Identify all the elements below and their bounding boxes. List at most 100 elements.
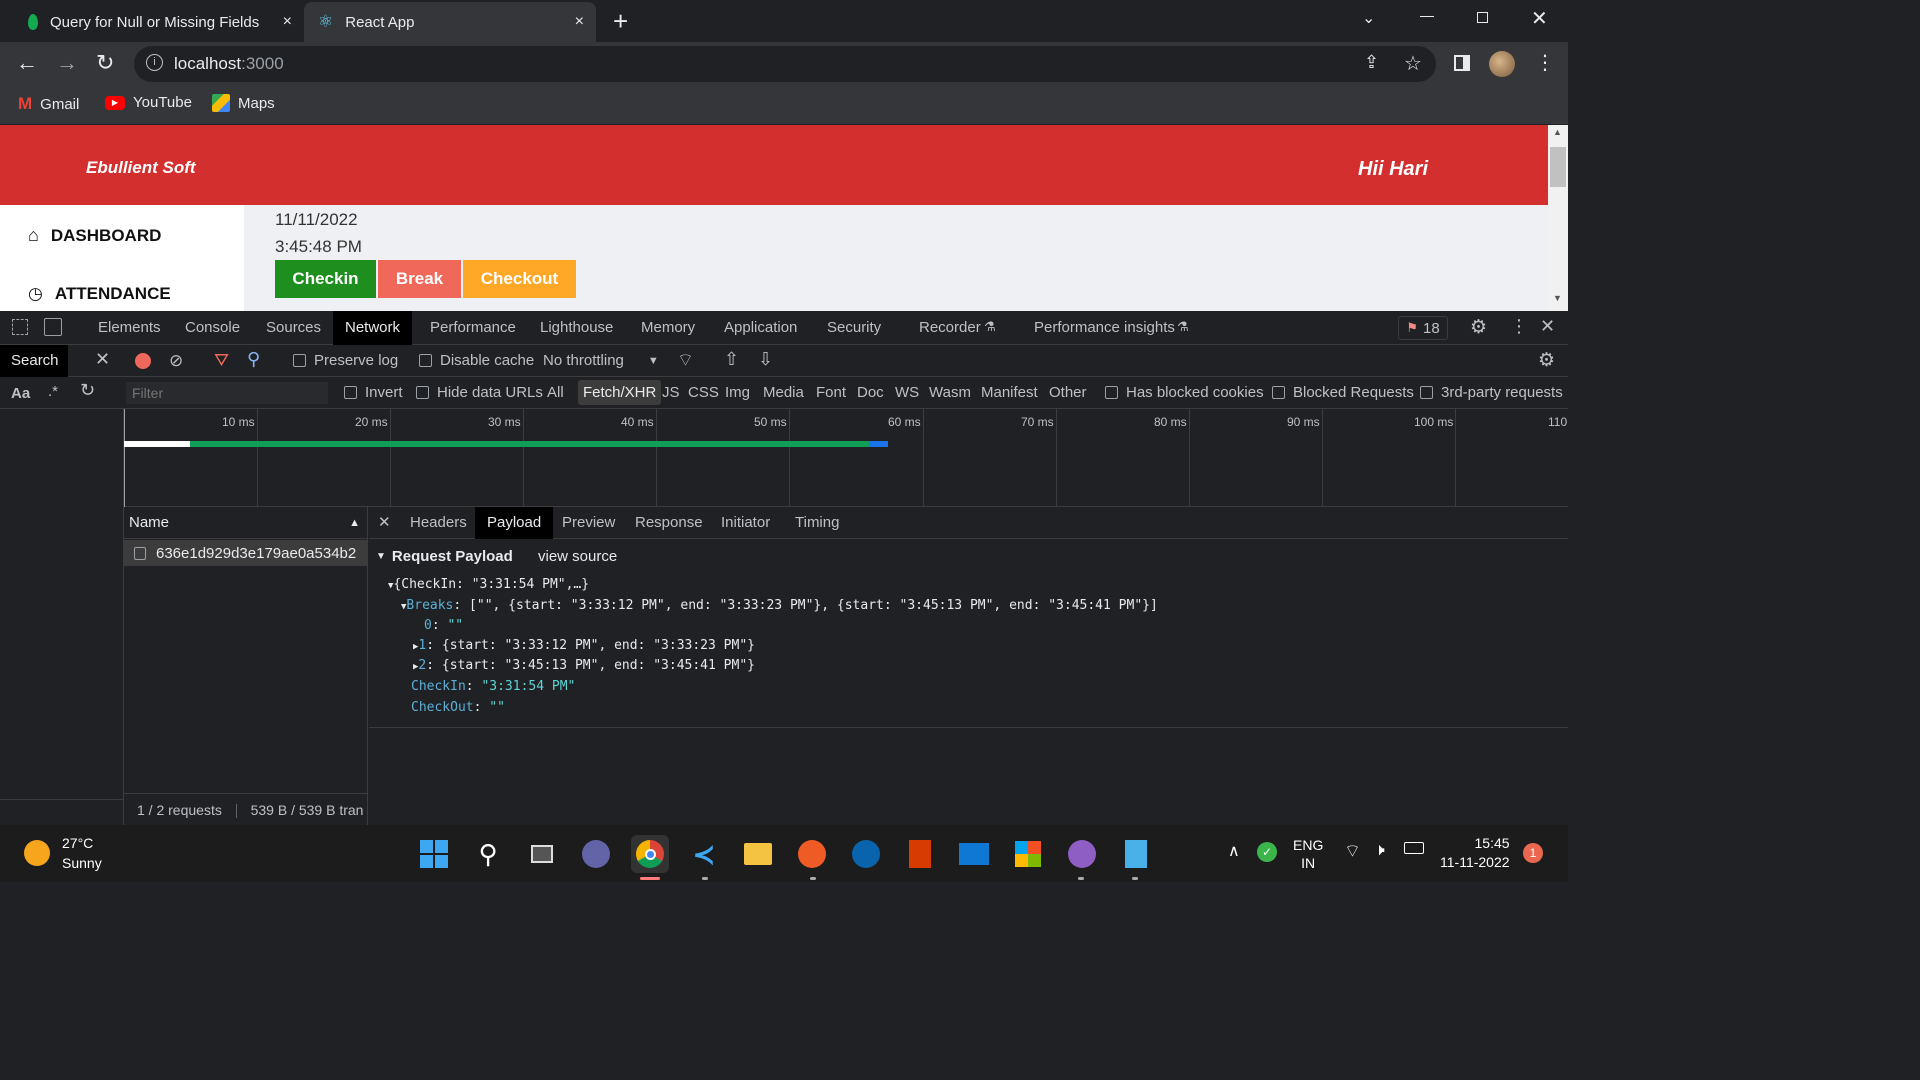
payload-root[interactable]: ▼{CheckIn: "3:31:54 PM",…} — [388, 577, 589, 592]
detail-tab-preview[interactable]: Preview — [562, 514, 615, 531]
record-icon[interactable] — [135, 353, 151, 369]
scroll-thumb[interactable] — [1550, 147, 1566, 187]
issues-badge[interactable]: ⚑ 18 — [1398, 316, 1448, 340]
task-view-icon[interactable] — [523, 835, 561, 873]
tab-search-chevron-icon[interactable]: ⌄ — [1362, 8, 1375, 28]
type-filter-ws[interactable]: WS — [895, 384, 919, 401]
devtools-menu-icon[interactable]: ⋮ — [1510, 316, 1528, 337]
mail-icon[interactable] — [955, 835, 993, 873]
side-panel-icon[interactable] — [1454, 55, 1470, 71]
invert-checkbox[interactable]: Invert — [344, 384, 403, 401]
close-window-icon[interactable]: ✕ — [1531, 6, 1548, 31]
tab-lighthouse[interactable]: Lighthouse — [528, 311, 625, 345]
tab-console[interactable]: Console — [173, 311, 252, 345]
close-search-icon[interactable]: ✕ — [95, 349, 110, 370]
notepad-icon[interactable] — [1117, 835, 1155, 873]
filter-funnel-icon[interactable]: ⛛ — [214, 350, 229, 371]
tab-react-app[interactable]: ⚛ React App × — [304, 2, 596, 42]
checkin-button[interactable]: Checkin — [275, 260, 376, 298]
file-explorer-icon[interactable] — [739, 835, 777, 873]
break-button[interactable]: Break — [378, 260, 461, 298]
blocked-requests-checkbox[interactable]: Blocked Requests — [1272, 384, 1414, 401]
type-filter-all[interactable]: All — [547, 384, 564, 401]
weather-widget[interactable]: 27°C Sunny — [24, 833, 102, 873]
detail-tab-headers[interactable]: Headers — [410, 514, 467, 531]
sidebar-item-attendance[interactable]: ◷ ATTENDANCE — [28, 284, 171, 304]
scroll-up-icon[interactable]: ▲ — [1553, 127, 1562, 137]
view-source-link[interactable]: view source — [538, 548, 617, 565]
taskbar-search-icon[interactable]: ⚲ — [469, 835, 507, 873]
type-filter-font[interactable]: Font — [816, 384, 846, 401]
close-tab-icon[interactable]: × — [575, 13, 584, 31]
share-icon[interactable]: ⇪ — [1364, 52, 1379, 73]
tray-chevron-icon[interactable]: ∧ — [1228, 841, 1240, 861]
new-tab-button[interactable]: + — [613, 6, 628, 37]
address-bar[interactable]: i localhost:3000 ⇪ ☆ — [134, 46, 1436, 82]
network-overview-timeline[interactable]: 10 ms 20 ms 30 ms 40 ms 50 ms 60 ms 70 m… — [124, 409, 1568, 507]
tab-recorder[interactable]: Recorder — [907, 311, 993, 345]
reload-icon[interactable]: ↻ — [96, 50, 114, 76]
page-scrollbar[interactable]: ▲ ▼ — [1548, 125, 1568, 311]
export-har-icon[interactable]: ⇩ — [758, 349, 773, 370]
break-item-2[interactable]: ▶2: {start: "3:45:13 PM", end: "3:45:41 … — [413, 658, 755, 673]
notification-badge[interactable]: 1 — [1523, 843, 1543, 863]
tab-performance[interactable]: Performance — [418, 311, 528, 345]
refresh-icon[interactable]: ↻ — [80, 380, 95, 401]
tab-security[interactable]: Security — [815, 311, 893, 345]
clear-icon[interactable]: ⊘ — [169, 351, 183, 371]
office-icon[interactable] — [901, 835, 939, 873]
language-indicator[interactable]: ENG IN — [1293, 836, 1323, 872]
hide-data-urls-checkbox[interactable]: Hide data URLs — [416, 384, 543, 401]
type-filter-doc[interactable]: Doc — [857, 384, 884, 401]
teams-chat-icon[interactable] — [577, 835, 615, 873]
network-settings-gear-icon[interactable]: ⚙ — [1538, 349, 1555, 372]
restore-icon[interactable] — [1477, 12, 1488, 23]
type-filter-other[interactable]: Other — [1049, 384, 1087, 401]
detail-tab-initiator[interactable]: Initiator — [721, 514, 770, 531]
bookmark-maps[interactable]: Maps — [212, 94, 275, 112]
checkout-button[interactable]: Checkout — [463, 260, 576, 298]
store-icon[interactable] — [1009, 835, 1047, 873]
search-tab[interactable]: Search — [0, 345, 68, 377]
preserve-log-checkbox[interactable]: Preserve log — [293, 352, 398, 369]
battery-icon[interactable] — [1404, 842, 1424, 854]
tab-network[interactable]: Network — [333, 311, 413, 345]
tab-elements[interactable]: Elements — [86, 311, 173, 345]
network-conditions-icon[interactable]: ⌔ — [677, 349, 694, 372]
security-check-icon[interactable]: ✓ — [1257, 842, 1277, 862]
type-filter-wasm[interactable]: Wasm — [929, 384, 971, 401]
type-filter-img[interactable]: Img — [725, 384, 750, 401]
type-filter-fetch-xhr[interactable]: Fetch/XHR — [578, 380, 662, 405]
sidebar-item-dashboard[interactable]: ⌂ DASHBOARD — [28, 225, 161, 246]
tab-query-null[interactable]: Query for Null or Missing Fields × — [14, 2, 304, 42]
vscode-icon[interactable]: ≺ — [685, 835, 723, 873]
close-devtools-icon[interactable]: ✕ — [1540, 316, 1555, 337]
info-icon[interactable]: i — [146, 54, 163, 71]
request-row[interactable]: 636e1d929d3e179ae0a534b2 — [124, 540, 367, 566]
settings-gear-icon[interactable]: ⚙ — [1470, 316, 1487, 339]
name-column-header[interactable]: Name ▲ — [124, 507, 368, 539]
github-desktop-icon[interactable] — [1063, 835, 1101, 873]
regex-toggle[interactable]: .* — [48, 383, 58, 400]
postman-icon[interactable] — [793, 835, 831, 873]
breaks-row[interactable]: ▼Breaks: ["", {start: "3:33:12 PM", end:… — [401, 598, 1158, 613]
device-toolbar-icon[interactable] — [44, 318, 62, 336]
tab-application[interactable]: Application — [712, 311, 809, 345]
close-tab-icon[interactable]: × — [283, 13, 292, 31]
start-button[interactable] — [415, 835, 453, 873]
menu-kebab-icon[interactable]: ⋮ — [1535, 50, 1555, 75]
throttling-select[interactable]: No throttling ▼ — [543, 352, 659, 369]
volume-muted-icon[interactable]: 🕨 — [1374, 840, 1385, 860]
detail-tab-timing[interactable]: Timing — [795, 514, 839, 531]
clock[interactable]: 15:45 11-11-2022 — [1440, 834, 1510, 872]
type-filter-manifest[interactable]: Manifest — [981, 384, 1038, 401]
back-icon[interactable]: ← — [16, 50, 38, 76]
payload-section-header[interactable]: ▼ Request Payload — [376, 548, 513, 565]
minimize-icon[interactable] — [1420, 16, 1434, 17]
detail-tab-payload[interactable]: Payload — [475, 507, 554, 539]
tab-performance-insights[interactable]: Performance insights — [1022, 311, 1187, 345]
scroll-down-icon[interactable]: ▼ — [1553, 293, 1562, 303]
bookmark-youtube[interactable]: ▶ YouTube — [105, 94, 192, 111]
wifi-icon[interactable]: ⌔ — [1344, 840, 1361, 863]
import-har-icon[interactable]: ⇧ — [724, 349, 739, 370]
